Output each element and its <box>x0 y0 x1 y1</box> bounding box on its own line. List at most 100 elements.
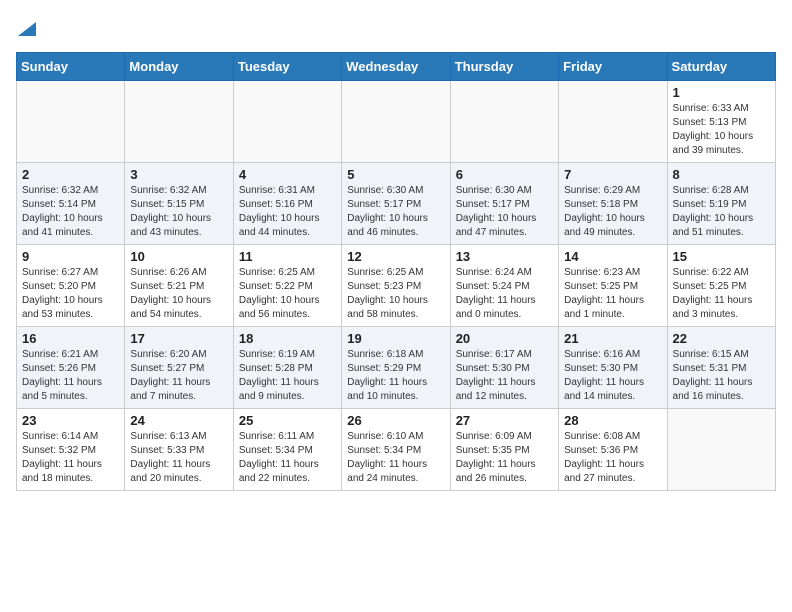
day-number: 16 <box>22 331 119 346</box>
day-number: 20 <box>456 331 553 346</box>
day-number: 12 <box>347 249 444 264</box>
day-info: Sunrise: 6:10 AM Sunset: 5:34 PM Dayligh… <box>347 430 444 486</box>
calendar-cell <box>233 81 341 163</box>
calendar-cell: 2 Sunrise: 6:32 AM Sunset: 5:14 PM Daylig… <box>17 163 125 245</box>
calendar-cell: 11 Sunrise: 6:25 AM Sunset: 5:22 PM Dayli… <box>233 245 341 327</box>
day-number: 25 <box>239 413 336 428</box>
calendar-cell: 8 Sunrise: 6:28 AM Sunset: 5:19 PM Daylig… <box>667 163 775 245</box>
day-info: Sunrise: 6:13 AM Sunset: 5:33 PM Dayligh… <box>130 430 227 486</box>
day-info: Sunrise: 6:28 AM Sunset: 5:19 PM Dayligh… <box>673 184 770 240</box>
day-number: 21 <box>564 331 661 346</box>
day-number: 8 <box>673 167 770 182</box>
day-number: 3 <box>130 167 227 182</box>
day-info: Sunrise: 6:20 AM Sunset: 5:27 PM Dayligh… <box>130 348 227 404</box>
day-info: Sunrise: 6:18 AM Sunset: 5:29 PM Dayligh… <box>347 348 444 404</box>
day-number: 27 <box>456 413 553 428</box>
calendar-cell: 26 Sunrise: 6:10 AM Sunset: 5:34 PM Dayli… <box>342 409 450 491</box>
weekday-header-friday: Friday <box>559 53 667 81</box>
day-number: 24 <box>130 413 227 428</box>
day-number: 18 <box>239 331 336 346</box>
day-number: 7 <box>564 167 661 182</box>
calendar-cell <box>450 81 558 163</box>
calendar-cell: 24 Sunrise: 6:13 AM Sunset: 5:33 PM Dayli… <box>125 409 233 491</box>
day-info: Sunrise: 6:17 AM Sunset: 5:30 PM Dayligh… <box>456 348 553 404</box>
day-info: Sunrise: 6:16 AM Sunset: 5:30 PM Dayligh… <box>564 348 661 404</box>
calendar-cell <box>125 81 233 163</box>
day-number: 6 <box>456 167 553 182</box>
day-number: 13 <box>456 249 553 264</box>
day-number: 23 <box>22 413 119 428</box>
day-info: Sunrise: 6:23 AM Sunset: 5:25 PM Dayligh… <box>564 266 661 322</box>
calendar-week-row: 2 Sunrise: 6:32 AM Sunset: 5:14 PM Daylig… <box>17 163 776 245</box>
day-number: 15 <box>673 249 770 264</box>
calendar-cell <box>667 409 775 491</box>
day-number: 28 <box>564 413 661 428</box>
day-info: Sunrise: 6:26 AM Sunset: 5:21 PM Dayligh… <box>130 266 227 322</box>
day-number: 19 <box>347 331 444 346</box>
calendar-cell <box>17 81 125 163</box>
calendar-cell: 12 Sunrise: 6:25 AM Sunset: 5:23 PM Dayli… <box>342 245 450 327</box>
calendar-cell: 25 Sunrise: 6:11 AM Sunset: 5:34 PM Dayli… <box>233 409 341 491</box>
calendar-table: SundayMondayTuesdayWednesdayThursdayFrid… <box>16 52 776 491</box>
calendar-cell: 3Sunrise: 6:32 AM Sunset: 5:15 PM Daylig… <box>125 163 233 245</box>
day-number: 17 <box>130 331 227 346</box>
calendar-cell: 28 Sunrise: 6:08 AM Sunset: 5:36 PM Dayli… <box>559 409 667 491</box>
day-info: Sunrise: 6:27 AM Sunset: 5:20 PM Dayligh… <box>22 266 119 322</box>
day-info: Sunrise: 6:15 AM Sunset: 5:31 PM Dayligh… <box>673 348 770 404</box>
day-info: Sunrise: 6:19 AM Sunset: 5:28 PM Dayligh… <box>239 348 336 404</box>
calendar-cell: 18 Sunrise: 6:19 AM Sunset: 5:28 PM Dayli… <box>233 327 341 409</box>
day-info: Sunrise: 6:32 AM Sunset: 5:14 PM Dayligh… <box>22 184 119 240</box>
day-number: 2 <box>22 167 119 182</box>
weekday-header-row: SundayMondayTuesdayWednesdayThursdayFrid… <box>17 53 776 81</box>
weekday-header-sunday: Sunday <box>17 53 125 81</box>
calendar-cell: 5 Sunrise: 6:30 AM Sunset: 5:17 PM Daylig… <box>342 163 450 245</box>
day-number: 10 <box>130 249 227 264</box>
day-number: 11 <box>239 249 336 264</box>
logo <box>16 16 36 40</box>
day-info: Sunrise: 6:11 AM Sunset: 5:34 PM Dayligh… <box>239 430 336 486</box>
weekday-header-monday: Monday <box>125 53 233 81</box>
weekday-header-thursday: Thursday <box>450 53 558 81</box>
weekday-header-wednesday: Wednesday <box>342 53 450 81</box>
day-info: Sunrise: 6:09 AM Sunset: 5:35 PM Dayligh… <box>456 430 553 486</box>
day-number: 5 <box>347 167 444 182</box>
day-number: 1 <box>673 85 770 100</box>
day-info: Sunrise: 6:08 AM Sunset: 5:36 PM Dayligh… <box>564 430 661 486</box>
day-info: Sunrise: 6:25 AM Sunset: 5:23 PM Dayligh… <box>347 266 444 322</box>
day-info: Sunrise: 6:21 AM Sunset: 5:26 PM Dayligh… <box>22 348 119 404</box>
calendar-cell: 21 Sunrise: 6:16 AM Sunset: 5:30 PM Dayli… <box>559 327 667 409</box>
calendar-week-row: 9 Sunrise: 6:27 AM Sunset: 5:20 PM Daylig… <box>17 245 776 327</box>
day-number: 9 <box>22 249 119 264</box>
calendar-cell <box>559 81 667 163</box>
day-info: Sunrise: 6:30 AM Sunset: 5:17 PM Dayligh… <box>347 184 444 240</box>
calendar-cell: 9 Sunrise: 6:27 AM Sunset: 5:20 PM Daylig… <box>17 245 125 327</box>
day-number: 22 <box>673 331 770 346</box>
weekday-header-saturday: Saturday <box>667 53 775 81</box>
calendar-week-row: 16 Sunrise: 6:21 AM Sunset: 5:26 PM Dayli… <box>17 327 776 409</box>
day-info: Sunrise: 6:33 AM Sunset: 5:13 PM Dayligh… <box>673 102 770 158</box>
calendar-cell: 17 Sunrise: 6:20 AM Sunset: 5:27 PM Dayli… <box>125 327 233 409</box>
calendar-cell <box>342 81 450 163</box>
calendar-cell: 27 Sunrise: 6:09 AM Sunset: 5:35 PM Dayli… <box>450 409 558 491</box>
calendar-cell: 14Sunrise: 6:23 AM Sunset: 5:25 PM Dayli… <box>559 245 667 327</box>
day-info: Sunrise: 6:29 AM Sunset: 5:18 PM Dayligh… <box>564 184 661 240</box>
day-number: 4 <box>239 167 336 182</box>
day-info: Sunrise: 6:30 AM Sunset: 5:17 PM Dayligh… <box>456 184 553 240</box>
day-info: Sunrise: 6:24 AM Sunset: 5:24 PM Dayligh… <box>456 266 553 322</box>
logo-icon <box>18 22 36 36</box>
day-info: Sunrise: 6:31 AM Sunset: 5:16 PM Dayligh… <box>239 184 336 240</box>
calendar-cell: 4 Sunrise: 6:31 AM Sunset: 5:16 PM Daylig… <box>233 163 341 245</box>
calendar-week-row: 1 Sunrise: 6:33 AM Sunset: 5:13 PM Daylig… <box>17 81 776 163</box>
calendar-cell: 16 Sunrise: 6:21 AM Sunset: 5:26 PM Dayli… <box>17 327 125 409</box>
weekday-header-tuesday: Tuesday <box>233 53 341 81</box>
calendar-cell: 6 Sunrise: 6:30 AM Sunset: 5:17 PM Daylig… <box>450 163 558 245</box>
calendar-cell: 19 Sunrise: 6:18 AM Sunset: 5:29 PM Dayli… <box>342 327 450 409</box>
calendar-cell: 23Sunrise: 6:14 AM Sunset: 5:32 PM Dayli… <box>17 409 125 491</box>
day-number: 26 <box>347 413 444 428</box>
day-info: Sunrise: 6:25 AM Sunset: 5:22 PM Dayligh… <box>239 266 336 322</box>
calendar-cell: 20 Sunrise: 6:17 AM Sunset: 5:30 PM Dayli… <box>450 327 558 409</box>
calendar-week-row: 23Sunrise: 6:14 AM Sunset: 5:32 PM Dayli… <box>17 409 776 491</box>
calendar-cell: 13 Sunrise: 6:24 AM Sunset: 5:24 PM Dayli… <box>450 245 558 327</box>
calendar-cell: 15Sunrise: 6:22 AM Sunset: 5:25 PM Dayli… <box>667 245 775 327</box>
calendar-cell: 7 Sunrise: 6:29 AM Sunset: 5:18 PM Daylig… <box>559 163 667 245</box>
